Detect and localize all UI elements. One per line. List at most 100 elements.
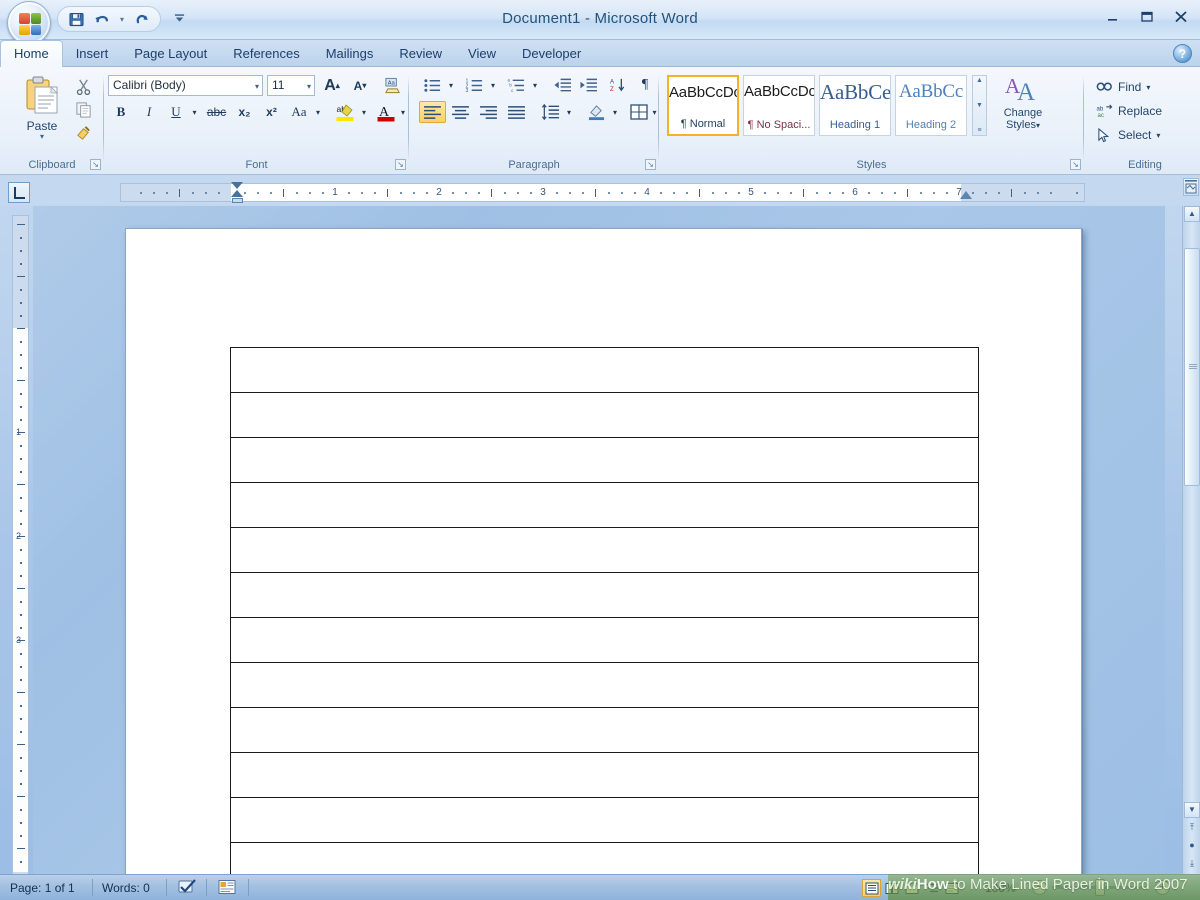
superscript-button[interactable]: x² [259,101,284,123]
paragraph-dialog-launcher[interactable]: ↘ [645,159,656,170]
left-indent-marker[interactable] [232,198,243,203]
styles-dialog-launcher[interactable]: ↘ [1070,159,1081,170]
font-dialog-launcher[interactable]: ↘ [395,159,406,170]
table-cell[interactable] [230,437,979,483]
table-cell[interactable] [230,752,979,798]
bullets-dropdown-icon[interactable]: ▾ [445,74,457,96]
style-normal[interactable]: AaBbCcDc ¶ Normal [667,75,739,136]
numbering-button[interactable]: 123 [461,74,487,96]
right-indent-marker[interactable] [960,191,972,199]
align-left-button[interactable] [419,101,446,123]
table-row[interactable] [230,842,979,874]
font-color-button[interactable]: A [374,101,398,123]
shrink-font-button[interactable]: A ▾ [348,74,372,97]
tab-insert[interactable]: Insert [63,40,122,67]
tab-references[interactable]: References [220,40,312,67]
table-cell[interactable] [230,482,979,528]
scroll-down-button[interactable]: ▼ [1184,802,1200,818]
tab-home[interactable]: Home [0,40,63,67]
change-styles-button[interactable]: A A Change Styles▾ [995,73,1051,145]
bullets-button[interactable] [419,74,445,96]
split-window-handle[interactable] [1183,178,1199,196]
view-print-layout-button[interactable] [862,879,881,897]
table-cell[interactable] [230,707,979,753]
table-cell[interactable] [230,617,979,663]
decrease-indent-button[interactable] [549,74,575,96]
font-name-input[interactable]: Calibri (Body) ▾ [108,75,263,96]
table-row[interactable] [230,392,979,438]
close-button[interactable] [1168,8,1194,26]
clear-formatting-button[interactable]: Aa [380,74,406,97]
previous-page-button[interactable]: ⤒ [1184,819,1200,836]
strikethrough-button[interactable]: abc [203,101,230,123]
table-row[interactable] [230,437,979,483]
scroll-up-button[interactable]: ▲ [1184,206,1200,222]
minimize-button[interactable] [1100,8,1126,26]
horizontal-ruler[interactable]: 1234567 [120,183,1085,202]
scroll-thumb[interactable] [1184,248,1200,486]
page-indicator[interactable]: Page: 1 of 1 [10,879,75,897]
shading-button[interactable] [583,101,609,123]
table-row[interactable] [230,662,979,708]
select-dropdown-icon[interactable]: ▾ [1156,131,1160,140]
bold-button[interactable]: B [108,101,134,123]
table-cell[interactable] [230,347,979,393]
show-formatting-marks-button[interactable]: ¶ [633,74,657,96]
table-row[interactable] [230,482,979,528]
change-case-dropdown-icon[interactable]: ▾ [312,101,324,123]
style-heading-1[interactable]: AaBbCе Heading 1 [819,75,891,136]
style-heading-2[interactable]: AaBbCc Heading 2 [895,75,967,136]
underline-button[interactable]: U [164,101,188,123]
cut-icon[interactable] [66,75,100,98]
table-cell[interactable] [230,527,979,573]
increase-indent-button[interactable] [575,74,601,96]
paste-dropdown-arrow[interactable]: ▾ [40,132,44,141]
table-row[interactable] [230,572,979,618]
table-row[interactable] [230,797,979,843]
document-canvas[interactable] [33,206,1165,874]
multilevel-list-button[interactable]: abc [503,74,529,96]
table-cell[interactable] [230,662,979,708]
style-no-spacing[interactable]: AaBbCcDc ¶ No Spaci... [743,75,815,136]
styles-more-button[interactable]: ≡ [977,127,981,134]
maximize-button[interactable] [1134,8,1160,26]
select-button[interactable]: Select ▾ [1096,124,1160,146]
document-page[interactable] [125,228,1082,874]
tab-page-layout[interactable]: Page Layout [121,40,220,67]
table-row[interactable] [230,752,979,798]
replace-button[interactable]: ab ac Replace [1096,100,1163,122]
table-row[interactable] [230,707,979,753]
vertical-scrollbar[interactable]: ▲ ▼ ⤒ ● ⤓ [1182,206,1200,874]
table-cell[interactable] [230,842,979,874]
find-dropdown-icon[interactable]: ▾ [1146,83,1150,92]
line-spacing-dropdown-icon[interactable]: ▾ [563,101,575,123]
proofing-status-icon[interactable] [178,879,198,897]
borders-button[interactable] [627,101,651,123]
tab-view[interactable]: View [455,40,509,67]
tab-developer[interactable]: Developer [509,40,594,67]
next-page-button[interactable]: ⤓ [1184,855,1200,872]
paste-button[interactable]: Paste ▾ [16,75,68,145]
hanging-indent-marker[interactable] [231,190,243,197]
table-row[interactable] [230,527,979,573]
line-spacing-button[interactable] [537,101,563,123]
font-size-dropdown-icon[interactable]: ▾ [307,82,311,91]
vertical-ruler[interactable]: 1 2 3 [12,215,29,876]
table-cell[interactable] [230,797,979,843]
styles-scroll-up-button[interactable]: ▲ [976,77,983,84]
highlight-dropdown-icon[interactable]: ▾ [358,101,370,123]
tab-stop-left-icon[interactable] [8,182,30,203]
underline-dropdown-icon[interactable]: ▾ [188,101,201,123]
styles-scroll-down-button[interactable]: ▼ [976,102,983,109]
numbering-dropdown-icon[interactable]: ▾ [487,74,499,96]
table-row[interactable] [230,617,979,663]
find-button[interactable]: Find ▾ [1096,76,1150,98]
format-painter-icon[interactable] [66,121,100,144]
font-size-input[interactable]: 11 ▾ [267,75,315,96]
copy-icon[interactable] [66,98,100,121]
tab-mailings[interactable]: Mailings [313,40,387,67]
word-count[interactable]: Words: 0 [102,879,150,897]
select-browse-object-button[interactable]: ● [1184,837,1200,854]
tab-review[interactable]: Review [386,40,455,67]
multilevel-dropdown-icon[interactable]: ▾ [529,74,541,96]
